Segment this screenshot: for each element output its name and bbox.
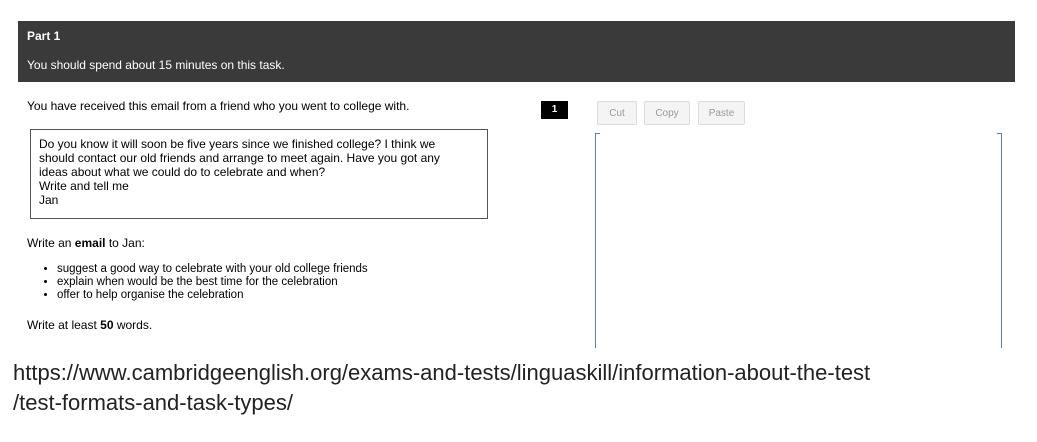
write-suffix: to Jan: xyxy=(105,236,145,250)
write-instruction: Write an email to Jan: xyxy=(27,236,145,250)
word-count-instruction: Write at least 50 words. xyxy=(27,318,152,332)
email-line: Jan xyxy=(39,193,59,207)
url-line: /test-formats-and-task-types/ xyxy=(13,390,293,415)
task-bullets: suggest a good way to celebrate with you… xyxy=(27,263,368,302)
source-url-caption: https://www.cambridgeenglish.org/exams-a… xyxy=(13,358,870,418)
email-line: should contact our old friends and arran… xyxy=(39,151,440,165)
part-title: Part 1 xyxy=(27,29,61,43)
bullet-item: explain when would be the best time for … xyxy=(57,276,368,289)
answer-textarea[interactable] xyxy=(595,133,1002,348)
email-line: Do you know it will soon be five years s… xyxy=(39,137,436,151)
url-line: https://www.cambridgeenglish.org/exams-a… xyxy=(13,360,871,385)
write-bold: email xyxy=(74,236,106,250)
task-header: Part 1 You should spend about 15 minutes… xyxy=(18,21,1015,82)
paste-button[interactable]: Paste xyxy=(698,101,745,125)
write-prefix: Write an xyxy=(27,236,75,250)
question-number-badge: 1 xyxy=(541,101,568,119)
task-intro: You have received this email from a frie… xyxy=(27,99,410,113)
time-instruction: You should spend about 15 minutes on thi… xyxy=(27,58,285,72)
email-line: ideas about what we could do to celebrat… xyxy=(39,165,326,179)
bullet-item: suggest a good way to celebrate with you… xyxy=(57,263,368,276)
friend-email-box: Do you know it will soon be five years s… xyxy=(30,129,488,219)
cut-button[interactable]: Cut xyxy=(597,101,637,125)
email-line: Write and tell me xyxy=(39,179,129,193)
least-suffix: words. xyxy=(113,318,153,332)
copy-button[interactable]: Copy xyxy=(644,101,690,125)
bullet-item: offer to help organise the celebration xyxy=(57,289,368,302)
least-prefix: Write at least xyxy=(27,318,101,332)
least-bold: 50 xyxy=(100,318,114,332)
